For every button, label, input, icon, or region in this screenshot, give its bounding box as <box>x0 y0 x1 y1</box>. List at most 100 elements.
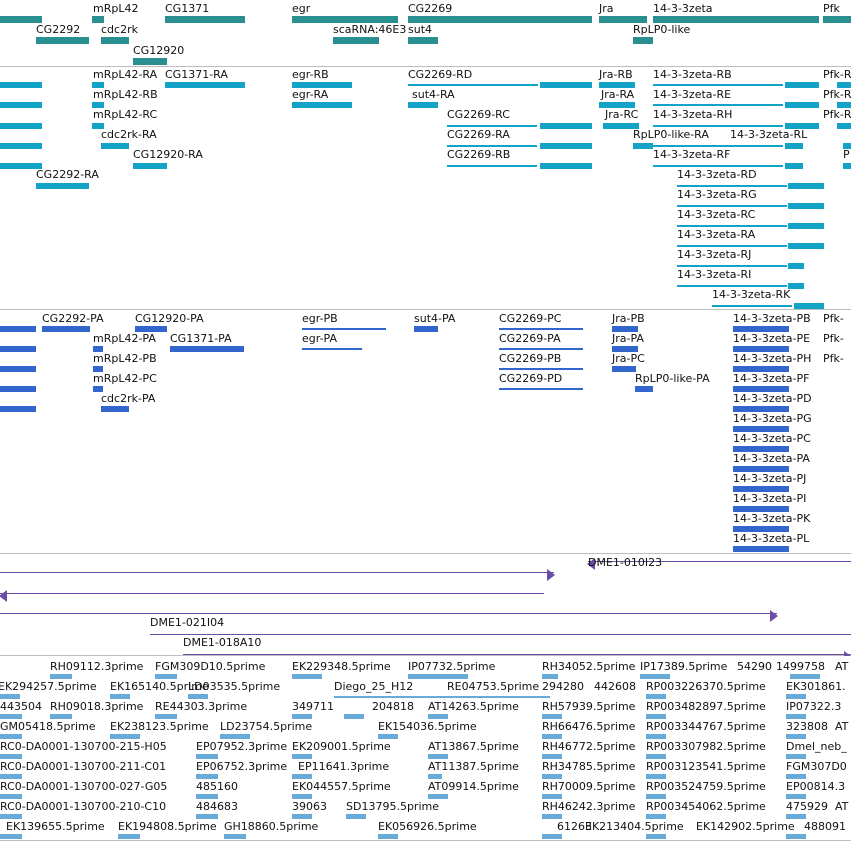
est-feature[interactable] <box>110 734 140 739</box>
est-label[interactable]: 349711 <box>292 700 334 713</box>
transcript-feature[interactable] <box>36 183 89 189</box>
gene-label[interactable]: mRpL42 <box>93 2 138 15</box>
cds-label[interactable]: 14-3-3zeta-PA <box>733 452 810 465</box>
gene-label[interactable]: sut4 <box>408 23 432 36</box>
cds-label[interactable]: sut4-PA <box>414 312 455 325</box>
transcript-label[interactable]: mRpL42-RC <box>93 108 157 121</box>
est-label[interactable]: 294280 <box>542 680 584 693</box>
cds-feature[interactable] <box>170 346 244 352</box>
est-label[interactable]: AT13867.5prime <box>428 740 519 753</box>
transcript-feature[interactable] <box>794 303 824 309</box>
est-feature[interactable] <box>0 834 22 839</box>
transcript-feature[interactable] <box>540 82 592 88</box>
est-label[interactable]: RH34785.5prime <box>542 760 635 773</box>
clone-label[interactable]: DME1-021I04 <box>150 616 224 629</box>
transcript-label[interactable]: P <box>843 148 850 161</box>
cds-label[interactable]: 14-3-3zeta-PK <box>733 512 810 525</box>
transcript-feature[interactable] <box>0 143 42 149</box>
est-feature[interactable] <box>344 714 364 719</box>
est-label[interactable]: RP003454062.5prime <box>646 800 766 813</box>
gene-label[interactable]: scaRNA:46E3 <box>333 23 406 36</box>
gene-feature[interactable] <box>92 16 104 23</box>
est-label[interactable]: Dmel_neb_ <box>786 740 847 753</box>
gene-feature[interactable] <box>823 16 851 23</box>
est-label[interactable]: RH70009.5prime <box>542 780 635 793</box>
transcript-feature[interactable] <box>633 143 653 149</box>
est-label[interactable]: EP00814.3 <box>786 780 845 793</box>
clone-label[interactable]: DME1-018A10 <box>183 636 261 649</box>
est-feature[interactable] <box>542 794 562 799</box>
transcript-feature[interactable] <box>788 223 824 229</box>
gene-label[interactable]: RpLP0-like <box>633 23 690 36</box>
est-label[interactable]: 442608 <box>594 680 636 693</box>
clone-feature[interactable] <box>150 634 851 635</box>
transcript-feature[interactable] <box>843 163 851 169</box>
cds-label[interactable]: 14-3-3zeta-PF <box>733 372 809 385</box>
est-label[interactable]: AT <box>835 660 848 673</box>
cds-feature[interactable] <box>499 348 583 350</box>
transcript-feature[interactable] <box>788 263 804 269</box>
est-label[interactable]: LD23754.5prime <box>220 720 312 733</box>
est-feature[interactable] <box>786 734 806 739</box>
gene-label[interactable]: Jra <box>599 2 614 15</box>
est-label[interactable]: EK294257.5prime <box>0 680 97 693</box>
est-feature[interactable] <box>542 834 562 839</box>
transcript-label[interactable]: egr-RB <box>292 68 329 81</box>
transcript-label[interactable]: 14-3-3zeta-RF <box>653 148 730 161</box>
transcript-label[interactable]: egr-RA <box>292 88 328 101</box>
est-feature[interactable] <box>786 794 806 799</box>
transcript-label[interactable]: 14-3-3zeta-RG <box>677 188 757 201</box>
transcript-label[interactable]: 14-3-3zeta-RC <box>677 208 755 221</box>
est-label[interactable]: EK229348.5prime <box>292 660 391 673</box>
cds-label[interactable]: CG2269-PA <box>499 332 561 345</box>
est-feature[interactable] <box>428 774 442 779</box>
cds-label[interactable]: CG2292-PA <box>42 312 104 325</box>
transcript-feature[interactable] <box>785 102 819 108</box>
est-label[interactable]: IP07322.3 <box>786 700 841 713</box>
est-label[interactable]: EK154036.5prime <box>378 720 477 733</box>
est-label[interactable]: AT <box>835 800 848 813</box>
est-label[interactable]: RH09112.3prime <box>50 660 143 673</box>
cds-feature[interactable] <box>0 406 36 412</box>
est-feature[interactable] <box>196 754 218 759</box>
est-feature[interactable] <box>155 674 177 679</box>
est-label[interactable]: RP003344767.5prime <box>646 720 766 733</box>
transcript-feature[interactable] <box>540 143 592 149</box>
cds-label[interactable]: Jra-PA <box>612 332 644 345</box>
est-feature[interactable] <box>646 694 666 699</box>
transcript-feature[interactable] <box>653 145 783 147</box>
transcript-feature[interactable] <box>677 285 787 287</box>
cds-label[interactable]: egr-PA <box>302 332 337 345</box>
est-label[interactable]: FGM309D10.5prime <box>155 660 265 673</box>
est-feature[interactable] <box>646 734 666 739</box>
gene-feature[interactable] <box>333 37 379 44</box>
est-feature[interactable] <box>292 754 312 759</box>
est-label[interactable]: SD13795.5prime <box>346 800 439 813</box>
transcript-feature[interactable] <box>653 84 783 86</box>
est-label[interactable]: 39063 <box>292 800 327 813</box>
est-feature[interactable] <box>155 714 177 719</box>
transcript-label[interactable]: Pfk-R <box>823 108 851 121</box>
cds-feature[interactable] <box>635 386 653 392</box>
est-feature[interactable] <box>0 754 22 759</box>
cds-feature[interactable] <box>0 366 36 372</box>
est-feature[interactable] <box>790 674 820 679</box>
cds-label[interactable]: Jra-PC <box>612 352 645 365</box>
est-feature[interactable] <box>646 714 666 719</box>
est-feature[interactable] <box>786 754 806 759</box>
transcript-feature[interactable] <box>785 82 819 88</box>
cds-label[interactable]: Jra-PB <box>612 312 645 325</box>
est-label[interactable]: RH57939.5prime <box>542 700 635 713</box>
est-feature[interactable] <box>646 814 666 819</box>
transcript-feature[interactable] <box>447 125 537 127</box>
transcript-feature[interactable] <box>133 163 167 169</box>
cds-feature[interactable] <box>0 386 36 392</box>
transcript-feature[interactable] <box>540 163 592 169</box>
est-label[interactable]: EK142902.5prime <box>696 820 795 833</box>
est-feature[interactable] <box>334 696 550 698</box>
transcript-feature[interactable] <box>712 305 792 307</box>
transcript-label[interactable]: 14-3-3zeta-RA <box>677 228 755 241</box>
cds-label[interactable]: CG2269-PD <box>499 372 562 385</box>
est-label[interactable]: RH09018.3prime <box>50 700 143 713</box>
est-feature[interactable] <box>542 674 558 679</box>
